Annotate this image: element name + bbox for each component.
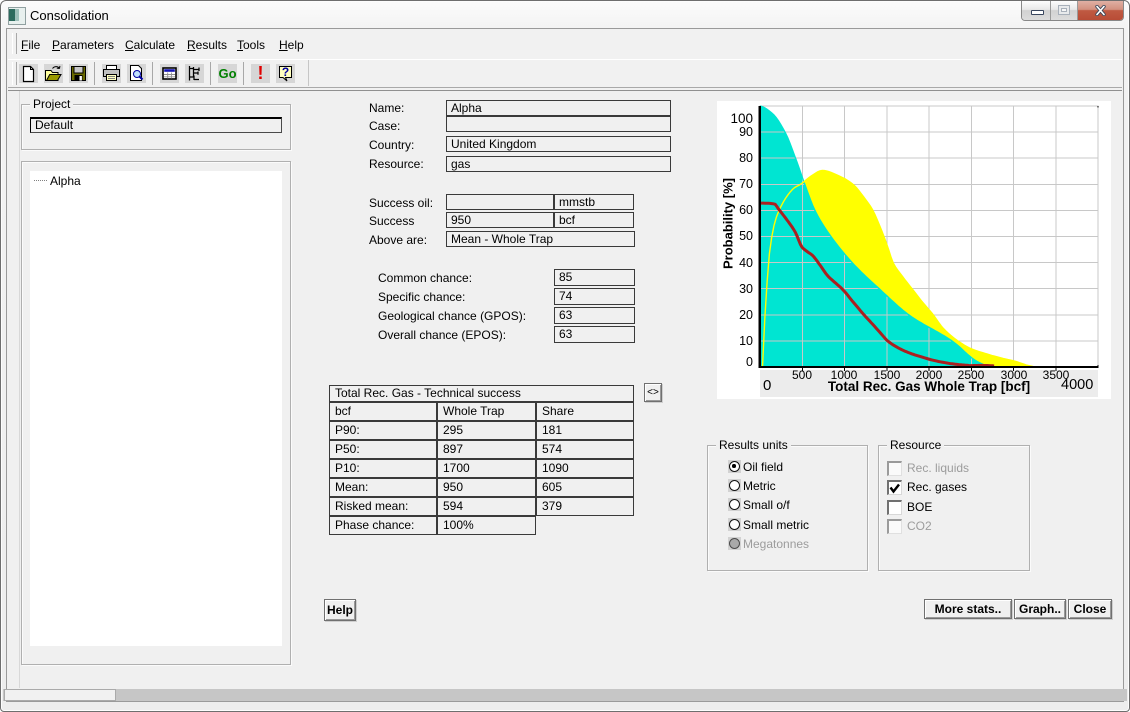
svg-text:?: ? <box>282 65 289 79</box>
